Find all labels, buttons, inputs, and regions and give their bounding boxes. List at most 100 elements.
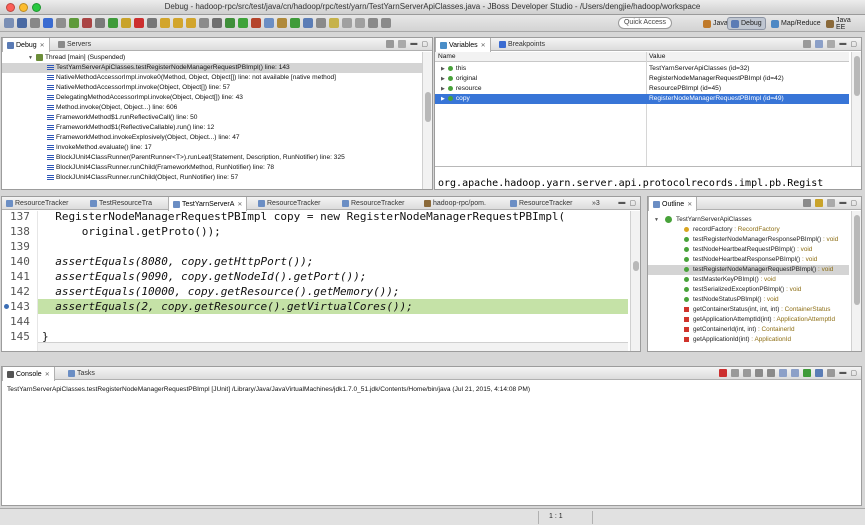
- view-menu-icon[interactable]: [398, 40, 407, 48]
- show-type-names-icon[interactable]: [803, 40, 812, 48]
- code-line[interactable]: 142 assertEquals(10000, copy.getResource…: [2, 284, 628, 299]
- editor-vertical-scrollbar[interactable]: [630, 211, 640, 351]
- minimize-view-icon[interactable]: ▬: [839, 199, 846, 207]
- outline-item[interactable]: getContainerId(int, int) : ContainerId: [648, 325, 849, 335]
- variable-row[interactable]: ▶ original RegisterNodeManagerRequestPBIm…: [435, 74, 849, 84]
- code-line[interactable]: 140 assertEquals(8080, copy.getHttpPort(…: [2, 254, 628, 269]
- editor-horizontal-scrollbar[interactable]: [38, 342, 628, 351]
- open-type-icon[interactable]: [303, 18, 313, 28]
- clear-console-icon[interactable]: [755, 369, 764, 377]
- quick-access-field[interactable]: Quick Access: [618, 17, 672, 29]
- skip-breakpoints-icon[interactable]: [43, 18, 53, 28]
- show-on-output-icon[interactable]: [791, 369, 800, 377]
- outline-item[interactable]: testNodeHeartbeatRequestPBImpl() : void: [648, 245, 849, 255]
- open-console-icon[interactable]: [827, 369, 836, 377]
- tab-debug[interactable]: Debug ✕: [2, 38, 50, 52]
- variables-scrollbar[interactable]: [851, 52, 861, 166]
- server-icon[interactable]: [95, 18, 105, 28]
- outline-scrollbar[interactable]: [851, 211, 861, 351]
- previous-annotation-icon[interactable]: [355, 18, 365, 28]
- chevron-down-icon[interactable]: ▼: [654, 215, 659, 225]
- debug-run-icon[interactable]: [225, 18, 235, 28]
- variable-row[interactable]: ▶ this TestYarnServerApiClasses (id=32): [435, 64, 849, 74]
- scrollbar-thumb[interactable]: [425, 92, 431, 122]
- chevron-down-icon[interactable]: ▼: [28, 53, 33, 63]
- suspend-icon[interactable]: [121, 18, 131, 28]
- debug-scrollbar[interactable]: [422, 52, 432, 189]
- stack-frame[interactable]: DelegatingMethodAccessorImpl.invoke(Obje…: [47, 93, 243, 103]
- close-icon[interactable]: ✕: [40, 42, 45, 49]
- outline-item[interactable]: testNodeStatusPBImpl() : void: [648, 295, 849, 305]
- scroll-lock-icon[interactable]: [767, 369, 776, 377]
- code-line[interactable]: 138 original.getProto());: [2, 224, 628, 239]
- column-header-value[interactable]: Value: [649, 53, 665, 60]
- step-return-icon[interactable]: [186, 18, 196, 28]
- terminate-icon[interactable]: [134, 18, 144, 28]
- back-icon[interactable]: [368, 18, 378, 28]
- outline-item[interactable]: getContainerStatus(int, int, int) : Cont…: [648, 305, 849, 315]
- column-header-name[interactable]: Name: [438, 53, 456, 60]
- stack-frame[interactable]: BlockJUnit4ClassRunner(ParentRunner<T>).…: [47, 153, 345, 163]
- variable-row-selected[interactable]: ▶ copy RegisterNodeManagerRequestPBImpl (…: [435, 94, 849, 104]
- external-tools-icon[interactable]: [251, 18, 261, 28]
- code-line[interactable]: 144: [2, 314, 628, 329]
- toggle-mark-icon[interactable]: [329, 18, 339, 28]
- minimize-view-icon[interactable]: ▬: [618, 199, 625, 207]
- tab-variables[interactable]: Variables ✕: [435, 38, 491, 52]
- chevron-right-icon[interactable]: ▶: [441, 94, 445, 104]
- terminate-icon[interactable]: [719, 369, 728, 377]
- scrollbar-thumb[interactable]: [633, 261, 639, 271]
- view-menu-icon[interactable]: [827, 40, 836, 48]
- outline-item[interactable]: testRegisterNodeManagerResponsePBImpl() …: [648, 235, 849, 245]
- perspective-map-reduce[interactable]: Map/Reduce: [768, 17, 824, 30]
- stack-frame[interactable]: FrameworkMethod.invokeExplosively(Object…: [47, 133, 240, 143]
- stack-frame[interactable]: TestYarnServerApiClasses.testRegisterNod…: [2, 63, 424, 73]
- run-icon[interactable]: [238, 18, 248, 28]
- current-instruction-icon[interactable]: [4, 304, 9, 309]
- remove-all-launches-icon[interactable]: [743, 369, 752, 377]
- search-icon[interactable]: [316, 18, 326, 28]
- remove-launch-icon[interactable]: [731, 369, 740, 377]
- maximize-view-icon[interactable]: ▢: [629, 199, 636, 207]
- code-line-current[interactable]: assertEquals(2, copy.getResource().getVi…: [38, 299, 628, 314]
- tab-tasks[interactable]: Tasks: [64, 367, 99, 380]
- forward-icon[interactable]: [381, 18, 391, 28]
- outline-item[interactable]: recordFactory : RecordFactory: [648, 225, 849, 235]
- refresh-icon[interactable]: [69, 18, 79, 28]
- tab-console[interactable]: Console ✕: [2, 367, 55, 381]
- word-wrap-icon[interactable]: [779, 369, 788, 377]
- resume-icon[interactable]: [108, 18, 118, 28]
- stack-frame[interactable]: BlockJUnit4ClassRunner.runChild(Framewor…: [47, 163, 274, 173]
- variable-row[interactable]: ▶ resource ResourcePBImpl (id=45): [435, 84, 849, 94]
- stack-frame[interactable]: InvokeMethod.evaluate() line: 17: [47, 143, 152, 153]
- settings-icon[interactable]: [56, 18, 66, 28]
- debug-target-icon[interactable]: [82, 18, 92, 28]
- chevron-right-icon[interactable]: ▶: [441, 64, 445, 74]
- new-class-icon[interactable]: [290, 18, 300, 28]
- stack-frame[interactable]: BlockJUnit4ClassRunner.runChild(Object, …: [47, 173, 238, 183]
- print-icon[interactable]: [30, 18, 40, 28]
- close-icon[interactable]: ✕: [687, 201, 692, 208]
- save-icon[interactable]: [17, 18, 27, 28]
- display-console-icon[interactable]: [815, 369, 824, 377]
- chevron-right-icon[interactable]: ▶: [441, 74, 445, 84]
- step-into-icon[interactable]: [160, 18, 170, 28]
- drop-to-frame-icon[interactable]: [199, 18, 209, 28]
- tab-outline[interactable]: Outline ✕: [648, 197, 698, 211]
- use-step-filters-icon[interactable]: [212, 18, 222, 28]
- outline-item[interactable]: testNodeHeartbeatResponsePBImpl() : void: [648, 255, 849, 265]
- minimize-view-icon[interactable]: ▬: [410, 40, 417, 48]
- hide-fields-icon[interactable]: [815, 199, 824, 207]
- outline-item-selected[interactable]: testRegisterNodeManagerRequestPBImpl() :…: [648, 265, 849, 275]
- perspective-debug[interactable]: Debug: [727, 17, 766, 30]
- outline-item[interactable]: getApplicationId(int) : ApplicationId: [648, 335, 849, 345]
- perspective-java-ee[interactable]: Java EE: [823, 17, 865, 31]
- maximize-view-icon[interactable]: ▢: [850, 40, 857, 48]
- view-menu-icon[interactable]: [827, 199, 836, 207]
- new-java-project-icon[interactable]: [264, 18, 274, 28]
- code-line[interactable]: 141 assertEquals(9090, copy.getNodeId().…: [2, 269, 628, 284]
- code-line[interactable]: 137 RegisterNodeManagerRequestPBImpl cop…: [2, 209, 628, 224]
- remove-terminated-icon[interactable]: [386, 40, 395, 48]
- maximize-view-icon[interactable]: ▢: [421, 40, 428, 48]
- editor-text-area[interactable]: 137 RegisterNodeManagerRequestPBImpl cop…: [2, 209, 640, 351]
